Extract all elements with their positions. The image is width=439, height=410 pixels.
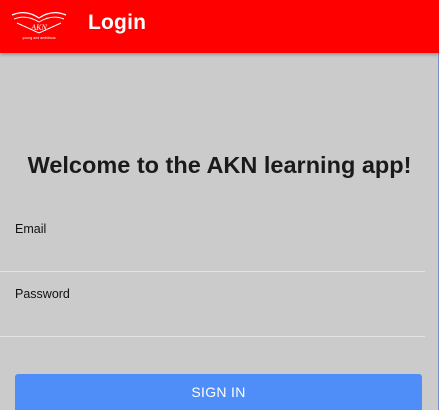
logo-text: AKN [30, 23, 47, 32]
email-field[interactable] [0, 242, 425, 272]
logo-tagline: young and ambitious [22, 36, 55, 40]
password-field[interactable] [0, 307, 425, 337]
sign-in-button[interactable]: SIGN IN [15, 374, 422, 410]
welcome-heading: Welcome to the AKN learning app! [27, 152, 412, 178]
password-label: Password [15, 287, 70, 301]
akn-logo-icon: AKN young and ambitious [11, 11, 67, 40]
app-header: AKN young and ambitious Login [0, 0, 439, 53]
page-title: Login [88, 11, 147, 34]
email-label: Email [15, 222, 47, 236]
app-window: AKN young and ambitious Login Welcome to… [0, 0, 439, 410]
